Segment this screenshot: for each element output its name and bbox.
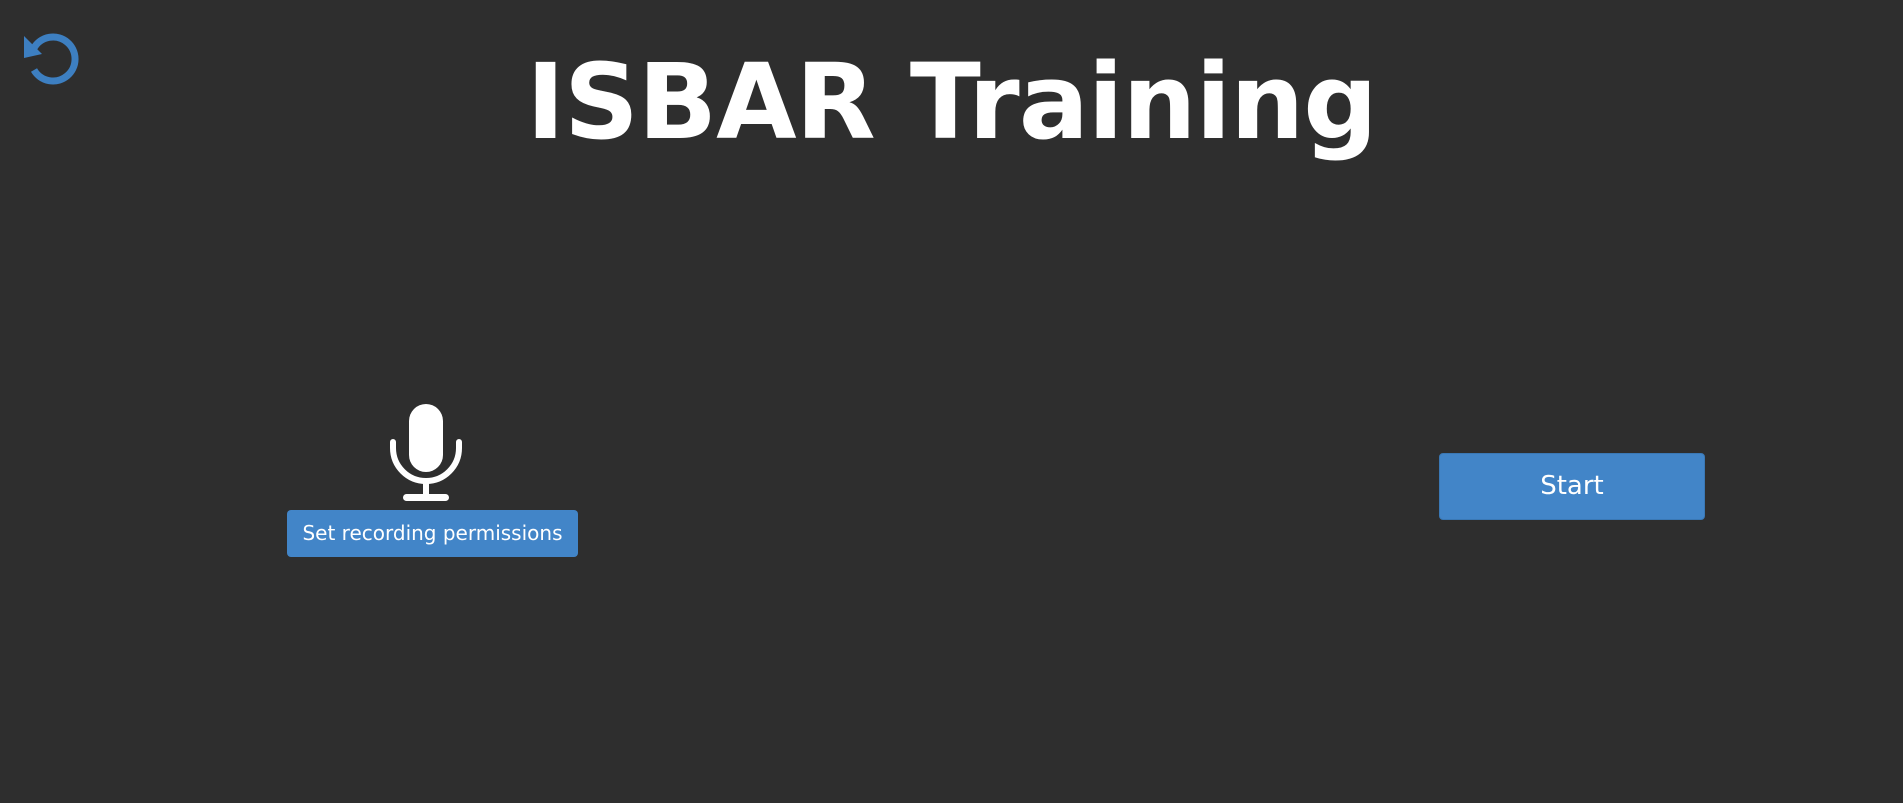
microphone-icon xyxy=(390,404,462,504)
page-title: ISBAR Training xyxy=(526,41,1377,163)
set-recording-permissions-button[interactable]: Set recording permissions xyxy=(287,510,578,557)
start-button[interactable]: Start xyxy=(1439,453,1705,520)
app-screen: ISBAR Training Set recording permissions… xyxy=(0,0,1903,803)
